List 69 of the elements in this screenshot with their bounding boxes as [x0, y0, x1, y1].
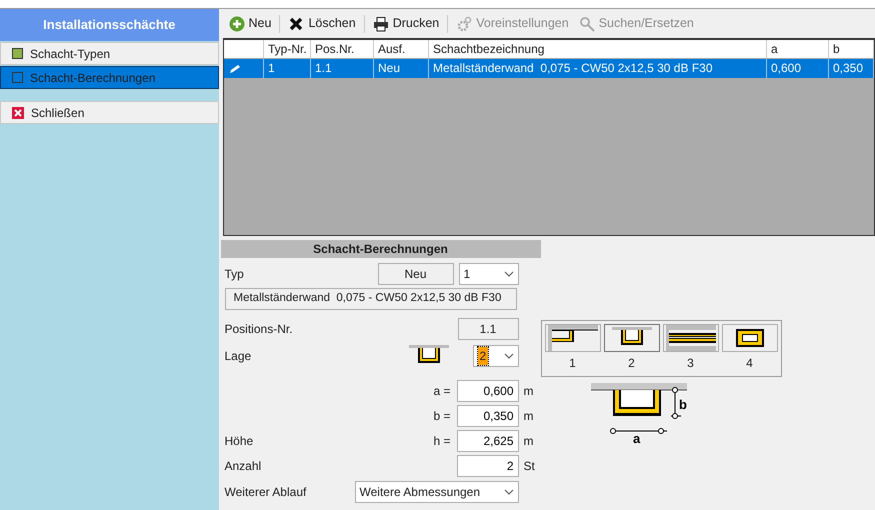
sidebar-item[interactable]: Schacht-Typen: [0, 42, 218, 65]
pencil-icon: [228, 64, 242, 74]
number-field[interactable]: 0,350: [456, 404, 518, 426]
shaft-position-icon: [736, 329, 764, 347]
next-step-select[interactable]: Weitere Abmessungen: [354, 480, 518, 502]
unit-label: St: [522, 458, 536, 474]
description-field: Metallständerwand 0,075 - CW50 2x12,5 30 dB F30: [224, 288, 516, 310]
option-label: 4: [746, 355, 753, 372]
option-label: 3: [687, 355, 694, 372]
table-cell: Metallständerwand 0,075 - CW50 2x12,5 30 dB F30: [428, 58, 766, 78]
type-select[interactable]: 1: [458, 262, 518, 284]
status-box: Neu: [378, 262, 454, 284]
toolbar-button[interactable]: Löschen: [286, 14, 358, 33]
table-cell: Neu: [374, 58, 428, 78]
table-cell: 1: [264, 58, 310, 78]
column-header: b: [828, 40, 874, 58]
close-icon: [12, 106, 24, 118]
position-select[interactable]: 2: [472, 344, 518, 366]
unit-label: m: [522, 432, 534, 450]
number-field[interactable]: 2: [456, 454, 518, 476]
square-icon: [12, 48, 23, 59]
position-option-button[interactable]: [662, 324, 718, 352]
field-label: Weiterer Ablauf: [224, 484, 308, 500]
table-cell: 0,350: [828, 58, 874, 78]
section-title: Schacht-Berechnungen: [220, 240, 540, 258]
column-header: Pos.Nr.: [310, 40, 374, 58]
field-label: Lage: [224, 348, 252, 364]
sidebar-title: Installationsschächte: [0, 9, 218, 41]
toolbar-button[interactable]: Neu: [226, 14, 274, 33]
position-option-button[interactable]: [722, 324, 778, 352]
add-icon: [228, 16, 244, 32]
dimension-line: [610, 387, 681, 434]
table-cell: 0,600: [766, 58, 828, 78]
option-label: 1: [569, 355, 576, 372]
unit-label: m: [522, 382, 534, 400]
field-label: b =: [433, 408, 450, 424]
chevron-icon: [504, 352, 514, 358]
toolbar-button[interactable]: Drucken: [370, 14, 442, 33]
field-label: Höhe: [224, 432, 254, 450]
chevron-icon: [504, 488, 514, 494]
chevron-icon: [504, 270, 514, 276]
column-header: Typ-Nr.: [264, 40, 310, 58]
printer-icon: [372, 16, 389, 32]
position-field: 1.1: [458, 318, 518, 340]
position-option-button[interactable]: [544, 324, 600, 352]
column-header: a: [766, 40, 828, 58]
option-label: 2: [628, 355, 635, 372]
table-cell: 1.1: [310, 58, 374, 78]
field-label: Typ: [224, 266, 245, 282]
number-field[interactable]: 0,600: [456, 380, 518, 402]
search-icon: [578, 16, 595, 32]
sidebar-item[interactable]: Schließen: [0, 101, 218, 124]
dimension-label: b: [678, 397, 686, 412]
gear-icon: [456, 16, 472, 32]
field-label: Positions-Nr.: [224, 320, 294, 338]
sidebar-item[interactable]: Schacht-Berechnungen: [0, 66, 218, 89]
field-label: h =: [433, 432, 450, 450]
shaft-position-icon: [548, 325, 598, 351]
column-header: Ausf.: [374, 40, 428, 58]
shaft-position-icon: [666, 325, 716, 351]
dimension-label: a: [632, 431, 640, 445]
field-label: a =: [433, 382, 450, 400]
unit-label: m: [522, 408, 534, 424]
column-header: Schachtbezeichnung: [428, 40, 766, 58]
number-field[interactable]: 2,625: [456, 430, 518, 452]
position-option-button[interactable]: [604, 324, 660, 352]
delete-icon: [288, 16, 304, 32]
field-label: Anzahl: [224, 458, 262, 474]
square-icon: [12, 72, 23, 83]
